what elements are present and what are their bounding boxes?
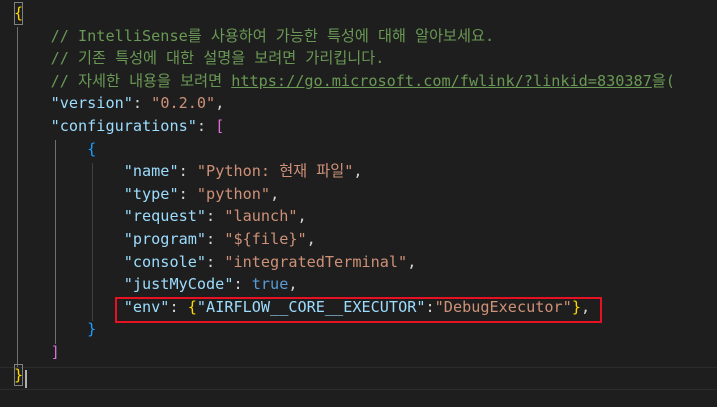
current-line-highlight <box>0 367 717 390</box>
env-annotation-box <box>115 297 602 323</box>
code-token: , <box>215 94 225 113</box>
code-line[interactable]: } <box>14 318 96 341</box>
code-line[interactable]: "type": "python", <box>14 183 279 206</box>
code-token: "justMyCode" <box>123 275 234 294</box>
code-token: "program" <box>123 230 207 248</box>
code-line[interactable]: "justMyCode": true, <box>14 273 298 296</box>
code-token: : <box>196 117 216 135</box>
code-token: } <box>14 363 24 387</box>
code-token: true <box>251 275 289 294</box>
code-token: // 자세한 내용을 보려면 <box>50 71 232 90</box>
code-token: } <box>87 320 97 339</box>
code-line[interactable]: } <box>14 363 24 387</box>
code-token: "0.2.0" <box>151 94 216 113</box>
text-cursor <box>25 370 27 388</box>
code-token: "console" <box>123 252 207 271</box>
code-token: // 기존 특성에 대한 설명을 보려면 가리킵니다. <box>50 49 385 68</box>
code-token: : <box>132 94 152 113</box>
code-line[interactable]: "configurations": [ <box>14 115 225 138</box>
code-line[interactable]: { <box>14 138 96 161</box>
code-token: "Python: 현재 파일" <box>196 162 354 181</box>
code-line[interactable]: "name": "Python: 현재 파일", <box>14 160 363 183</box>
code-token: "version" <box>50 94 133 113</box>
code-line[interactable]: // 자세한 내용을 보려면 https://go.microsoft.com/… <box>14 70 675 93</box>
code-token: , <box>288 275 298 294</box>
code-token: , <box>353 162 363 181</box>
code-token: "${file}" <box>224 230 307 248</box>
code-token: "name" <box>123 162 179 181</box>
code-token: : <box>178 162 197 181</box>
code-line[interactable]: "version": "0.2.0", <box>14 92 225 115</box>
code-token: "configurations" <box>50 117 197 135</box>
code-line[interactable]: // 기존 특성에 대한 설명을 보려면 가리킵니다. <box>14 47 385 70</box>
code-line[interactable]: "request": "launch", <box>14 205 307 228</box>
code-token: "request" <box>123 207 207 226</box>
code-link[interactable]: https://go.microsoft.com/fwlink/?linkid=… <box>231 72 652 90</box>
code-token: : <box>206 252 225 271</box>
code-token: [ <box>215 117 225 135</box>
code-token: "integratedTerminal" <box>224 252 408 271</box>
code-token: , <box>297 207 307 226</box>
code-token: { <box>87 139 97 158</box>
code-token: , <box>407 252 417 271</box>
code-token: "launch" <box>224 207 298 226</box>
code-line[interactable]: "console": "integratedTerminal", <box>14 251 417 274</box>
code-token: // IntelliSense를 사용하여 가능한 특성에 대해 알아보세요. <box>50 26 495 45</box>
code-line[interactable]: { <box>14 2 24 25</box>
code-token: { <box>14 2 24 25</box>
code-token: "python" <box>196 184 271 203</box>
code-token: "type" <box>123 184 179 203</box>
code-token: , <box>306 230 316 248</box>
code-line[interactable]: ] <box>14 341 60 364</box>
code-line[interactable]: "program": "${file}", <box>14 228 316 251</box>
code-token: : <box>206 207 225 226</box>
code-token: : <box>233 275 252 294</box>
code-token: 을( <box>651 71 675 90</box>
code-token: : <box>206 230 225 248</box>
code-token: : <box>178 184 197 203</box>
code-token: ] <box>50 343 60 361</box>
code-token: , <box>270 184 280 203</box>
code-editor[interactable]: { // IntelliSense를 사용하여 가능한 특성에 대해 알아보세요… <box>0 0 717 407</box>
code-line[interactable]: // IntelliSense를 사용하여 가능한 특성에 대해 알아보세요. <box>14 25 495 48</box>
